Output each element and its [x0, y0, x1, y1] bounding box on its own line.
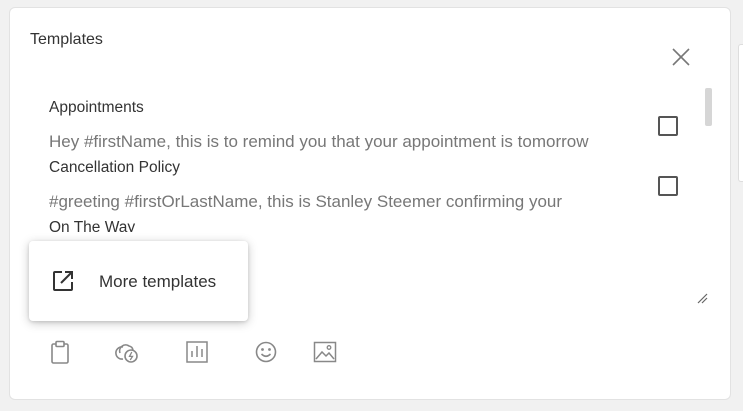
- payment-link-icon[interactable]: [112, 338, 140, 366]
- more-templates-button[interactable]: More templates: [29, 241, 248, 321]
- template-preview: #greeting #firstOrLastName, this is Stan…: [49, 192, 563, 211]
- template-list[interactable]: Appointments Hey #firstName, this is to …: [30, 90, 690, 232]
- scrollbar-thumb[interactable]: [705, 88, 712, 126]
- close-icon[interactable]: [670, 46, 692, 68]
- dialog-title: Templates: [30, 31, 103, 48]
- background-panel-edge: [738, 44, 743, 182]
- bar-chart-icon[interactable]: [183, 338, 211, 366]
- template-checkbox[interactable]: [658, 176, 678, 196]
- template-name: Appointments: [49, 99, 144, 116]
- template-item-appointments[interactable]: Appointments Hey #firstName, this is to …: [30, 90, 690, 151]
- template-item-cancellation-policy[interactable]: Cancellation Policy #greeting #firstOrLa…: [30, 150, 690, 211]
- more-templates-label: More templates: [99, 272, 217, 291]
- resize-handle-icon[interactable]: [696, 292, 708, 304]
- emoji-icon[interactable]: [252, 338, 280, 366]
- template-preview: Hey #firstName, this is to remind you th…: [49, 132, 589, 151]
- template-name: Cancellation Policy: [49, 159, 180, 176]
- image-icon[interactable]: [311, 338, 339, 366]
- templates-dialog: Templates Appointments Hey #firstName, t…: [9, 7, 731, 400]
- template-item-on-the-way[interactable]: On The Way: [30, 210, 690, 232]
- template-name: On The Way: [49, 219, 136, 232]
- open-in-new-icon: [53, 271, 73, 291]
- template-checkbox[interactable]: [658, 116, 678, 136]
- clipboard-icon[interactable]: [46, 338, 74, 366]
